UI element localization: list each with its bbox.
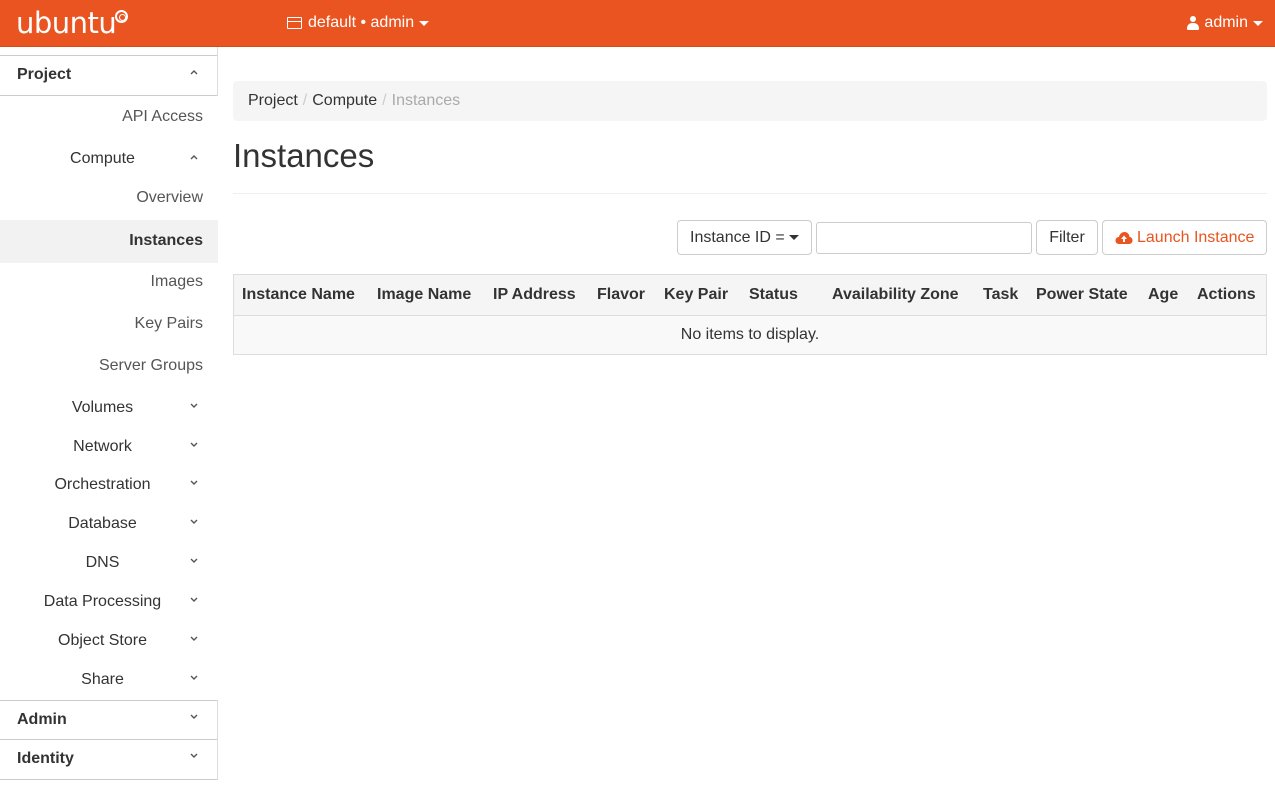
column-header: Actions bbox=[1197, 286, 1256, 303]
column-header[interactable]: Power State bbox=[1036, 286, 1128, 304]
sidebar-group-orchestration[interactable]: Orchestration bbox=[0, 476, 218, 500]
sidebar-item-label: Overview bbox=[136, 189, 203, 206]
column-header[interactable]: Instance Name bbox=[242, 286, 355, 304]
sidebar-group-database[interactable]: Database bbox=[0, 515, 218, 539]
chevron-down-icon bbox=[189, 596, 199, 604]
filter-button[interactable]: Filter bbox=[1036, 220, 1098, 255]
filter-input[interactable] bbox=[816, 222, 1032, 254]
sidebar-group-label: Data Processing bbox=[43, 593, 162, 610]
project-switcher[interactable]: default • admin bbox=[287, 14, 430, 32]
chevron-down-icon bbox=[189, 635, 199, 643]
project-switcher-label: default • admin bbox=[308, 14, 415, 31]
sidebar-group-label: Orchestration bbox=[54, 476, 151, 493]
sidebar-panel-label: Project bbox=[17, 66, 72, 83]
sidebar-item-overview[interactable]: Overview bbox=[0, 179, 218, 219]
user-menu[interactable]: admin bbox=[1187, 14, 1263, 32]
launch-instance-label: Launch Instance bbox=[1137, 228, 1255, 246]
sidebar-panel-label: Admin bbox=[17, 711, 67, 728]
sidebar-group-label: Share bbox=[81, 671, 124, 688]
cloud-upload-icon bbox=[1115, 231, 1133, 244]
sidebar-panel-identity[interactable]: Identity bbox=[0, 740, 218, 780]
caret-down-icon bbox=[788, 235, 799, 240]
sidebar-group-label: Volumes bbox=[71, 399, 134, 416]
sidebar-item-label: Instances bbox=[129, 232, 203, 249]
empty-table-row: No items to display. bbox=[234, 316, 1266, 354]
filter-field-label: Instance ID = bbox=[690, 228, 785, 246]
sidebar-group-data-processing[interactable]: Data Processing bbox=[0, 593, 218, 617]
chevron-up-icon bbox=[189, 153, 199, 161]
column-header[interactable]: Flavor bbox=[597, 286, 645, 304]
project-list-icon bbox=[287, 17, 302, 29]
sidebar-item-instances[interactable]: Instances bbox=[0, 220, 218, 263]
sidebar-group-object-store[interactable]: Object Store bbox=[0, 632, 218, 656]
empty-message: No items to display. bbox=[680, 326, 820, 343]
chevron-down-icon bbox=[189, 674, 199, 682]
sidebar-group-compute[interactable]: Compute bbox=[0, 150, 218, 174]
sidebar-panel-label: Identity bbox=[17, 750, 74, 767]
sidebar-item-label: Key Pairs bbox=[134, 315, 203, 332]
top-navbar: ubuntu default • admin admin bbox=[0, 0, 1275, 47]
column-header[interactable]: IP Address bbox=[493, 286, 576, 304]
breadcrumb-separator: / bbox=[382, 92, 387, 109]
sidebar-item-label: API Access bbox=[122, 108, 203, 125]
sidebar-group-label: Compute bbox=[70, 150, 135, 167]
breadcrumb: Project / Compute / Instances bbox=[233, 81, 1267, 121]
user-menu-label: admin bbox=[1204, 14, 1248, 31]
caret-down-icon bbox=[419, 20, 430, 26]
chevron-down-icon bbox=[189, 518, 199, 526]
sidebar-group-label: Object Store bbox=[58, 632, 147, 649]
sidebar-panel-admin[interactable]: Admin bbox=[0, 700, 218, 740]
column-header[interactable]: Age bbox=[1148, 286, 1178, 304]
breadcrumb-project[interactable]: Project bbox=[248, 92, 298, 110]
user-icon bbox=[1187, 16, 1200, 30]
column-header[interactable]: Key Pair bbox=[664, 286, 728, 304]
sidebar-group-dns[interactable]: DNS bbox=[0, 554, 218, 578]
column-header[interactable]: Status bbox=[749, 286, 798, 304]
sidebar-item-label: Server Groups bbox=[98, 357, 203, 374]
sidebar-group-volumes[interactable]: Volumes bbox=[0, 399, 218, 423]
sidebar-panel-project[interactable]: Project bbox=[0, 56, 218, 96]
sidebar-group-label: DNS bbox=[85, 554, 120, 571]
chevron-down-icon bbox=[189, 557, 199, 565]
sidebar-item-key-pairs[interactable]: Key Pairs bbox=[0, 305, 218, 345]
filter-field-dropdown[interactable]: Instance ID = bbox=[677, 220, 812, 255]
breadcrumb-instances: Instances bbox=[391, 92, 461, 109]
sidebar-group-share[interactable]: Share bbox=[0, 671, 218, 695]
title-divider bbox=[233, 193, 1267, 194]
chevron-down-icon bbox=[189, 479, 199, 487]
brand-logo[interactable]: ubuntu bbox=[16, 6, 117, 40]
breadcrumb-separator: / bbox=[302, 92, 308, 109]
chevron-down-icon bbox=[189, 441, 199, 449]
column-header[interactable]: Availability Zone bbox=[832, 286, 959, 304]
launch-instance-button[interactable]: Launch Instance bbox=[1102, 220, 1267, 255]
sidebar-divider bbox=[0, 47, 218, 56]
column-header[interactable]: Task bbox=[983, 286, 1018, 304]
chevron-down-icon bbox=[189, 402, 199, 410]
column-header[interactable]: Image Name bbox=[377, 286, 471, 304]
chevron-up-icon bbox=[189, 68, 199, 76]
caret-down-icon bbox=[1253, 20, 1263, 26]
sidebar-item-server-groups[interactable]: Server Groups bbox=[0, 347, 218, 387]
sidebar-group-label: Network bbox=[73, 438, 132, 455]
sidebar-group-network[interactable]: Network bbox=[0, 438, 218, 462]
sidebar-item-label: Images bbox=[150, 273, 203, 290]
chevron-down-icon bbox=[189, 713, 199, 721]
sidebar-item-images[interactable]: Images bbox=[0, 263, 218, 303]
page-title: Instances bbox=[233, 137, 375, 174]
table-header: Instance Name Image Name IP Address Flav… bbox=[234, 275, 1266, 316]
sidebar-item-api-access[interactable]: API Access bbox=[0, 98, 218, 138]
sidebar-group-label: Database bbox=[68, 515, 137, 532]
instances-table: Instance Name Image Name IP Address Flav… bbox=[233, 274, 1267, 355]
sidebar: Project API Access Compute Overview Inst… bbox=[0, 47, 218, 794]
chevron-down-icon bbox=[189, 752, 199, 760]
ubuntu-circle-icon bbox=[115, 10, 128, 23]
breadcrumb-compute[interactable]: Compute bbox=[312, 92, 377, 110]
